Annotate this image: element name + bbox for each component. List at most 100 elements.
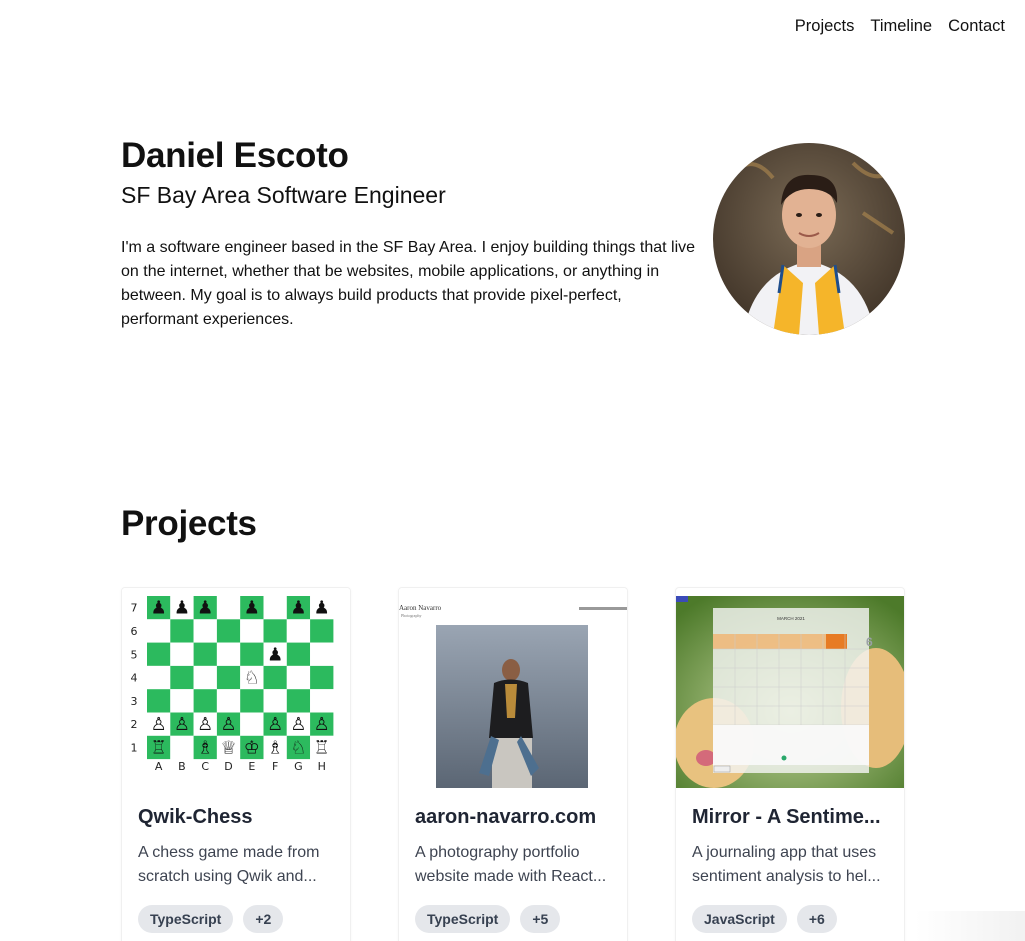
hero-subtitle: SF Bay Area Software Engineer	[121, 182, 446, 208]
nav-contact-link[interactable]: Contact	[948, 17, 1005, 36]
chess-piece-icon: ♙	[314, 714, 330, 735]
board-square	[240, 642, 264, 666]
chess-piece-icon: ♟	[314, 598, 330, 619]
rank-label: 3	[131, 695, 138, 708]
chess-piece-icon: ♖	[151, 737, 167, 758]
calendar-title: MARCH 2021	[777, 616, 805, 621]
tag-more-badge: +6	[796, 905, 837, 933]
chess-piece-icon: ♙	[151, 714, 167, 735]
board-square	[216, 642, 241, 666]
board-square	[170, 642, 194, 666]
board-square	[286, 665, 311, 690]
chess-piece-icon: ♙	[220, 714, 236, 735]
chess-piece-icon: ♗	[267, 737, 283, 758]
board-square	[310, 665, 334, 690]
board-square	[147, 619, 171, 643]
projects-grid: 7 6 5 4 3 2 1 A B C D E F G H ♟ ♟ ♟ ♟ ♟ ♟ ♟ ♘ ♙ ♙ ♙ ♙ ♙ ♙ ♙ ♖ ♗ ♕ ♔ ♗ ♘ ♖ Qw…	[121, 587, 905, 941]
chess-piece-icon: ♟	[174, 598, 190, 619]
chess-piece-icon: ♙	[197, 714, 213, 735]
project-card-aaron-navarro[interactable]: Aaron Navarro Photography aaron-navarro.…	[398, 587, 628, 941]
nav-timeline-link[interactable]: Timeline	[870, 17, 932, 36]
journal-app-screenshot: MARCH 2021 6	[676, 596, 904, 788]
chessboard-screenshot: 7654321A B C D E F G H♟ ♟ ♟ ♟ ♟ ♟♟♘♙ ♙ ♙ ♙ ♙ ♙ ♙♖ ♗ ♕ ♔ ♗ ♘ ♖	[122, 588, 350, 788]
hero-name: Daniel Escoto	[121, 136, 349, 175]
project-description: A chess game made from scratch using Qwi…	[138, 844, 320, 885]
board-square	[286, 642, 311, 666]
board-square	[193, 619, 217, 643]
board-square	[263, 665, 287, 690]
project-title[interactable]: aaron-navarro.com	[415, 806, 611, 829]
board-square	[193, 642, 217, 666]
chess-piece-icon: ♘	[244, 668, 260, 689]
project-thumbnail: 7 6 5 4 3 2 1 A B C D E F G H ♟ ♟ ♟ ♟ ♟ ♟ ♟ ♘ ♙ ♙ ♙ ♙ ♙ ♙ ♙ ♖ ♗ ♕ ♔ ♗ ♘ ♖	[122, 588, 350, 788]
chess-piece-icon: ♗	[197, 737, 213, 758]
board-square	[193, 689, 217, 713]
project-thumbnail: Aaron Navarro Photography	[399, 588, 627, 788]
board-square	[147, 642, 171, 666]
rank-label: 1	[131, 741, 138, 754]
board-square	[193, 665, 217, 690]
board-square	[263, 596, 287, 620]
project-description: A photography portfolio website made wit…	[415, 844, 607, 885]
tag-list: JavaScript +6	[692, 905, 888, 933]
board-square	[286, 619, 311, 643]
chess-piece-icon: ♟	[267, 644, 283, 665]
board-square	[263, 619, 287, 643]
corner-fade	[915, 911, 1025, 941]
board-square	[240, 619, 264, 643]
board-square	[216, 619, 241, 643]
board-square	[216, 596, 241, 620]
chess-piece-icon: ♙	[174, 714, 190, 735]
project-card-mirror[interactable]: MARCH 2021 6 Mirror - A Sentime... A jou…	[675, 587, 905, 941]
file-label: B	[178, 760, 186, 773]
board-square	[310, 642, 334, 666]
nav-projects-link[interactable]: Projects	[795, 17, 855, 36]
board-square	[240, 712, 264, 736]
chess-piece-icon: ♟	[244, 598, 260, 619]
rank-label: 7	[131, 602, 138, 615]
avatar-photo	[713, 143, 905, 335]
rank-label: 5	[131, 648, 138, 661]
file-label: D	[224, 760, 232, 773]
file-label: F	[272, 760, 278, 773]
site-logo-text: Aaron Navarro	[399, 604, 442, 612]
chess-piece-icon: ♟	[151, 598, 167, 619]
chess-piece-icon: ♟	[197, 598, 213, 619]
tag-more-badge: +2	[243, 905, 284, 933]
board-square	[170, 735, 194, 760]
board-square	[170, 665, 194, 690]
tag-badge: TypeScript	[415, 905, 511, 933]
chess-piece-icon: ♙	[290, 714, 306, 735]
project-thumbnail: MARCH 2021 6	[676, 588, 904, 788]
project-title[interactable]: Qwik-Chess	[138, 806, 334, 829]
project-title[interactable]: Mirror - A Sentime...	[692, 806, 888, 829]
rank-label: 2	[131, 718, 138, 731]
rank-label: 6	[131, 625, 138, 638]
tag-badge: JavaScript	[692, 905, 787, 933]
board-square	[216, 689, 241, 713]
tag-badge: TypeScript	[138, 905, 234, 933]
tag-list: TypeScript +5	[415, 905, 611, 933]
file-label: H	[318, 760, 326, 773]
chess-piece-icon: ♟	[290, 598, 306, 619]
file-label: G	[294, 760, 303, 773]
chess-piece-icon: ♕	[220, 737, 236, 758]
board-square	[216, 665, 241, 690]
file-label: E	[248, 760, 255, 773]
project-card-qwik-chess[interactable]: 7 6 5 4 3 2 1 A B C D E F G H ♟ ♟ ♟ ♟ ♟ ♟ ♟ ♘ ♙ ♙ ♙ ♙ ♙ ♙ ♙ ♖ ♗ ♕ ♔ ♗ ♘ ♖ Qw…	[121, 587, 351, 941]
board-square	[310, 619, 334, 643]
chess-piece-icon: ♘	[290, 737, 306, 758]
rank-label: 4	[131, 672, 138, 685]
file-label: A	[155, 760, 163, 773]
tag-list: TypeScript +2	[138, 905, 334, 933]
tag-more-badge: +5	[520, 905, 561, 933]
projects-heading: Projects	[121, 504, 257, 543]
board-square	[286, 689, 311, 713]
board-square	[240, 689, 264, 713]
board-square	[170, 619, 194, 643]
calendar-big-number: 6	[866, 635, 873, 649]
board-square	[263, 689, 287, 713]
board-square	[310, 689, 334, 713]
chess-piece-icon: ♙	[267, 714, 283, 735]
file-label: C	[201, 760, 209, 773]
